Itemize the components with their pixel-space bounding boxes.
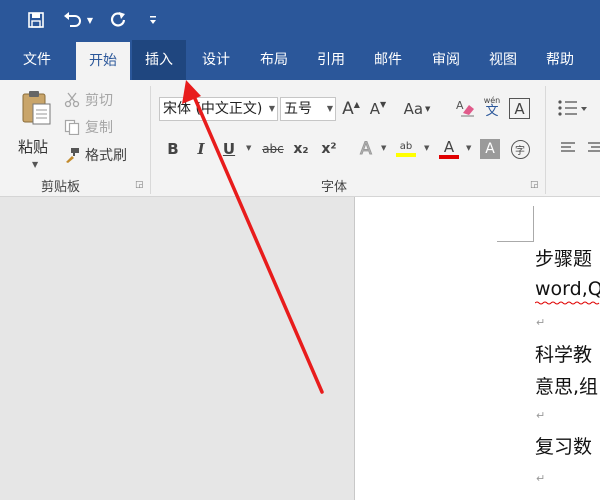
scissors-icon [63,91,81,109]
tab-home[interactable]: 开始 [76,42,130,80]
font-name-combo[interactable]: 宋体 (中文正文) ▼ [159,97,278,121]
clipboard-group-label: 剪贴板 [41,180,81,195]
document-line: 复习数 [535,436,593,458]
redo-icon[interactable] [107,8,129,32]
shrink-font-button[interactable]: A ▼ [368,98,388,120]
tab-insert[interactable]: 插入 [132,40,186,80]
font-size-combo[interactable]: 五号 ▼ [280,97,336,121]
format-painter-label: 格式刷 [85,148,127,164]
undo-icon[interactable] [62,8,84,32]
document-line: 科学教 [535,344,593,366]
document-line: 步骤题 [535,248,593,270]
tab-layout[interactable]: 布局 [246,40,302,80]
tab-mailings[interactable]: 邮件 [360,40,416,80]
font-dialog-launcher-icon[interactable]: ◲ [530,180,540,190]
group-divider [545,86,546,194]
phonetic-guide-button[interactable]: wén 文 [481,96,503,119]
spelling-error-underline [535,301,600,305]
format-painter-button[interactable]: 格式刷 [63,145,127,165]
grow-font-icon: A [342,99,354,119]
font-color-swatch [439,154,459,159]
paste-dropdown-icon[interactable]: ▼ [32,160,38,169]
highlighter-icon: ab [399,141,413,152]
tab-help[interactable]: 帮助 [532,40,588,80]
tab-references[interactable]: 引用 [304,40,358,80]
clipboard-paste-icon [20,90,52,126]
font-color-button[interactable]: A [437,138,461,160]
group-divider [150,86,151,194]
copy-label: 复制 [85,120,113,136]
font-color-dropdown-icon[interactable]: ▼ [466,144,471,152]
tab-review[interactable]: 审阅 [418,40,474,80]
character-border-button[interactable]: A [509,98,530,119]
ribbon-home-panel: 粘贴 ▼ 剪切 复制 格式刷 剪贴板 ◲ 宋体 (中文正文) ▼ 五号 ▼ A ▲… [0,80,600,197]
bold-button[interactable]: B [164,138,182,160]
margin-corner-mark [497,241,533,242]
font-size-dropdown-icon[interactable]: ▼ [327,98,333,120]
document-line: word,Q [535,278,600,300]
margin-corner-mark [533,206,534,242]
grow-font-button[interactable]: A ▲ [341,98,361,120]
superscript-button[interactable]: x² [319,138,339,160]
document-line: 意思,组 [535,376,599,398]
bullets-button[interactable] [557,98,587,118]
phonetic-bottom: 文 [485,103,499,119]
enclose-characters-button[interactable]: 字 [509,138,531,160]
tab-design[interactable]: 设计 [188,40,244,80]
tab-file[interactable]: 文件 [8,40,66,80]
enclosed-character-icon: 字 [510,139,530,159]
highlight-swatch [396,153,416,157]
font-color-icon: A [443,137,455,156]
font-name-dropdown-icon[interactable]: ▼ [266,98,275,120]
clipboard-dialog-launcher-icon[interactable]: ◲ [135,180,145,190]
change-case-icon: Aa [403,100,424,118]
paintbrush-icon [63,146,81,164]
ribbon-tab-bar: 文件 开始 插入 设计 布局 引用 邮件 审阅 视图 帮助 [0,40,600,80]
underline-button[interactable]: U [220,138,238,160]
tab-view[interactable]: 视图 [476,40,530,80]
underline-dropdown-icon[interactable]: ▼ [246,144,251,152]
copy-icon [63,118,81,136]
paragraph-mark: ↵ [536,316,546,329]
character-border-icon: A [514,99,525,118]
subscript-button[interactable]: x₂ [291,138,311,160]
text-effects-dropdown-icon[interactable]: ▼ [381,144,386,152]
undo-dropdown-icon[interactable]: ▼ [85,8,95,32]
clear-formatting-button[interactable]: A [454,98,476,120]
strikethrough-button[interactable]: abc [261,138,285,160]
quick-access-toolbar: ▼ [0,0,600,40]
character-shading-button[interactable]: A [480,139,500,159]
paragraph-mark: ↵ [536,472,546,485]
customize-qat-icon[interactable] [146,8,160,32]
highlight-color-button[interactable]: ab [394,138,418,160]
paste-label: 粘贴 [18,138,49,156]
highlight-dropdown-icon[interactable]: ▼ [424,144,429,152]
font-size-value: 五号 [284,101,312,117]
svg-text:A: A [456,99,464,112]
copy-button[interactable]: 复制 [63,117,113,137]
align-center-button[interactable] [588,140,600,156]
paste-button[interactable]: 粘贴 ▼ [16,88,56,170]
italic-button[interactable]: I [192,138,210,160]
shrink-font-icon: A [369,100,381,118]
cut-label: 剪切 [85,93,113,109]
text-effects-button[interactable]: A [355,138,377,160]
eraser-icon: A [455,97,475,121]
save-icon[interactable] [24,8,48,32]
change-case-button[interactable]: Aa ▼ [402,98,432,120]
align-left-button[interactable] [560,140,576,156]
paragraph-mark: ↵ [536,409,546,422]
cut-button[interactable]: 剪切 [63,90,113,110]
font-group-label: 字体 [321,180,348,195]
font-name-value: 宋体 (中文正文) [163,101,263,117]
